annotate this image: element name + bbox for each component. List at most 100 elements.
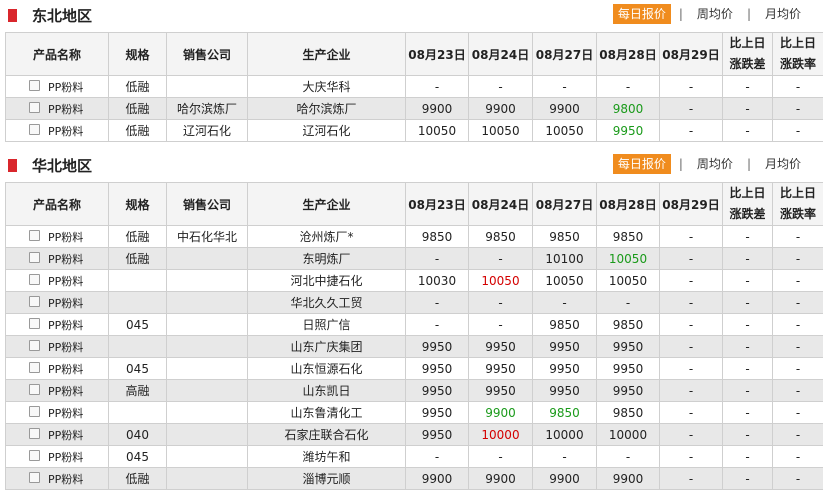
price-cell: - bbox=[405, 291, 469, 314]
tab-weekly-average[interactable]: 周均价 bbox=[691, 4, 739, 24]
tab-monthly-average[interactable]: 月均价 bbox=[759, 4, 807, 24]
price-cell: 10050 bbox=[468, 119, 533, 142]
price-cell: - bbox=[659, 313, 723, 336]
product-name: PP粉料 bbox=[48, 340, 84, 354]
seller-cell bbox=[166, 379, 248, 402]
producer-cell: 沧州炼厂* bbox=[247, 225, 406, 248]
product-cell: PP粉料 bbox=[5, 291, 109, 314]
product-name: PP粉料 bbox=[48, 472, 84, 486]
daily-diff-cell: - bbox=[722, 247, 773, 270]
price-table: 产品名称 规格 销售公司 生产企业 08月23日 08月24日 08月27日 0… bbox=[5, 32, 823, 142]
header-date: 08月24日 bbox=[468, 182, 533, 226]
daily-diff-cell: - bbox=[722, 97, 773, 120]
seller-cell bbox=[166, 313, 248, 336]
header-date: 08月27日 bbox=[532, 182, 597, 226]
daily-diff-cell: - bbox=[722, 291, 773, 314]
price-cell: 9900 bbox=[468, 401, 533, 424]
price-cell: - bbox=[659, 401, 723, 424]
region-header: 东北地区 每日报价 | 周均价 | 月均价 bbox=[0, 0, 823, 32]
region-marker bbox=[8, 159, 17, 172]
price-cell: - bbox=[659, 467, 723, 490]
daily-diff-cell: - bbox=[722, 357, 773, 380]
row-checkbox[interactable] bbox=[29, 296, 40, 307]
seller-cell bbox=[166, 467, 248, 490]
header-producer: 生产企业 bbox=[247, 32, 406, 76]
seller-cell bbox=[166, 357, 248, 380]
daily-rate-cell: - bbox=[772, 357, 823, 380]
product-cell: PP粉料 bbox=[5, 467, 109, 490]
price-cell: 10050 bbox=[405, 119, 469, 142]
header-date: 08月29日 bbox=[659, 32, 723, 76]
table-row: PP粉料 华北久久工贸 - - - - - - - bbox=[5, 291, 823, 314]
row-checkbox[interactable] bbox=[29, 102, 40, 113]
tab-weekly-average[interactable]: 周均价 bbox=[691, 154, 739, 174]
product-name: PP粉料 bbox=[48, 80, 84, 94]
price-cell: 9900 bbox=[596, 467, 660, 490]
tab-daily-price[interactable]: 每日报价 bbox=[612, 154, 671, 174]
product-cell: PP粉料 bbox=[5, 247, 109, 270]
row-checkbox[interactable] bbox=[29, 318, 40, 329]
producer-cell: 华北久久工贸 bbox=[247, 291, 406, 314]
price-cell: 10050 bbox=[468, 269, 533, 292]
table-row: PP粉料 低融 大庆华科 - - - - - - - bbox=[5, 75, 823, 98]
header-daily-rate-line2: 涨跌率 bbox=[779, 57, 816, 71]
price-cell: 9850 bbox=[596, 401, 660, 424]
daily-rate-cell: - bbox=[772, 75, 823, 98]
tab-separator: | bbox=[678, 157, 683, 171]
row-checkbox[interactable] bbox=[29, 472, 40, 483]
price-cell: 9900 bbox=[405, 467, 469, 490]
row-checkbox[interactable] bbox=[29, 362, 40, 373]
price-cell: 9950 bbox=[468, 379, 533, 402]
tab-separator: | bbox=[746, 7, 751, 21]
row-checkbox[interactable] bbox=[29, 252, 40, 263]
grade-cell: 低融 bbox=[108, 119, 167, 142]
header-date: 08月28日 bbox=[596, 182, 660, 226]
price-cell: 9950 bbox=[532, 357, 597, 380]
row-checkbox[interactable] bbox=[29, 384, 40, 395]
table-body: PP粉料 低融 大庆华科 - - - - - - - PP粉料 低融 哈尔滨炼厂… bbox=[5, 75, 823, 142]
row-checkbox[interactable] bbox=[29, 274, 40, 285]
price-cell: 9850 bbox=[405, 225, 469, 248]
price-cell: - bbox=[405, 445, 469, 468]
daily-rate-cell: - bbox=[772, 119, 823, 142]
grade-cell: 045 bbox=[108, 445, 167, 468]
header-daily-diff: 比上日 涨跌差 bbox=[722, 32, 773, 76]
grade-cell bbox=[108, 401, 167, 424]
price-cell: - bbox=[596, 75, 660, 98]
product-name: PP粉料 bbox=[48, 102, 84, 116]
row-checkbox[interactable] bbox=[29, 230, 40, 241]
row-checkbox[interactable] bbox=[29, 428, 40, 439]
price-cell: 9950 bbox=[405, 335, 469, 358]
price-cell: 9800 bbox=[596, 97, 660, 120]
region-section: 东北地区 每日报价 | 周均价 | 月均价 产品名称 规格 销售公司 生产企业 bbox=[0, 0, 823, 142]
product-cell: PP粉料 bbox=[5, 269, 109, 292]
price-cell: 9900 bbox=[532, 97, 597, 120]
row-checkbox[interactable] bbox=[29, 450, 40, 461]
seller-cell bbox=[166, 335, 248, 358]
price-cell: 9950 bbox=[468, 335, 533, 358]
tab-daily-price[interactable]: 每日报价 bbox=[612, 4, 671, 24]
row-checkbox[interactable] bbox=[29, 406, 40, 417]
seller-cell bbox=[166, 75, 248, 98]
grade-cell: 低融 bbox=[108, 225, 167, 248]
product-cell: PP粉料 bbox=[5, 335, 109, 358]
header-daily-rate: 比上日 涨跌率 bbox=[772, 32, 823, 76]
price-cell: 10050 bbox=[532, 119, 597, 142]
daily-diff-cell: - bbox=[722, 335, 773, 358]
row-checkbox[interactable] bbox=[29, 340, 40, 351]
daily-rate-cell: - bbox=[772, 401, 823, 424]
daily-rate-cell: - bbox=[772, 97, 823, 120]
header-product: 产品名称 bbox=[5, 32, 109, 76]
producer-cell: 潍坊午和 bbox=[247, 445, 406, 468]
price-cell: - bbox=[468, 291, 533, 314]
table-row: PP粉料 河北中捷石化 10030 10050 10050 10050 - - … bbox=[5, 269, 823, 292]
grade-cell: 低融 bbox=[108, 247, 167, 270]
price-cell: - bbox=[659, 247, 723, 270]
row-checkbox[interactable] bbox=[29, 80, 40, 91]
row-checkbox[interactable] bbox=[29, 124, 40, 135]
product-cell: PP粉料 bbox=[5, 97, 109, 120]
table-row: PP粉料 低融 辽河石化 辽河石化 10050 10050 10050 9950… bbox=[5, 119, 823, 142]
price-cell: 9900 bbox=[532, 467, 597, 490]
tab-monthly-average[interactable]: 月均价 bbox=[759, 154, 807, 174]
region-header: 华北地区 每日报价 | 周均价 | 月均价 bbox=[0, 150, 823, 182]
